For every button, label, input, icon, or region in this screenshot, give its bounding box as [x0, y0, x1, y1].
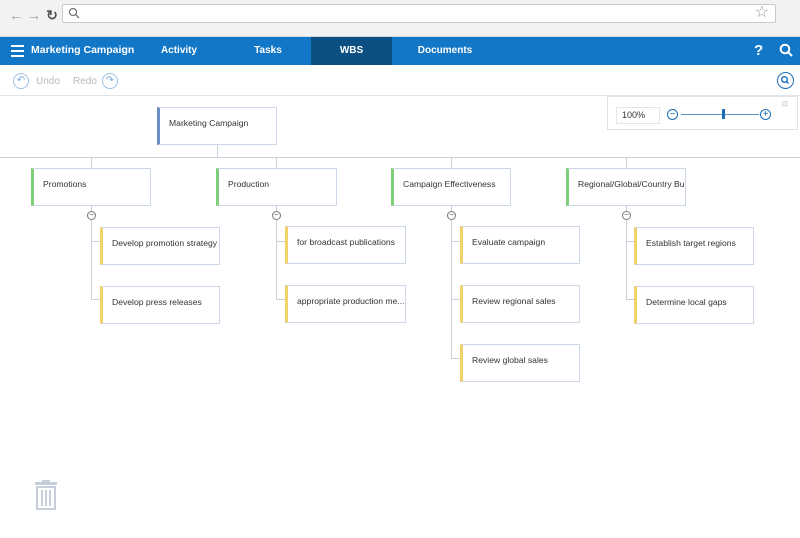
group-connector	[276, 157, 277, 168]
zoom-out-icon[interactable]: −	[667, 109, 678, 120]
zoom-slider-track[interactable]	[681, 114, 759, 115]
pin-icon[interactable]: ⊡	[782, 100, 788, 108]
wbs-task-node[interactable]: for broadcast publications	[285, 226, 406, 264]
back-icon[interactable]: ←	[7, 6, 25, 24]
child-connector	[276, 241, 285, 242]
chevron-left-icon[interactable]: ‹	[121, 42, 125, 56]
search-icon[interactable]	[779, 43, 793, 57]
star-icon[interactable]: ☆	[755, 4, 769, 22]
hamburger-menu-icon[interactable]	[11, 45, 24, 57]
collapse-icon[interactable]: −	[447, 211, 456, 220]
project-title[interactable]: Marketing Campaign	[31, 44, 134, 56]
reload-icon[interactable]: ↻	[43, 6, 61, 24]
browser-chrome: ← → ↻ ☆	[0, 0, 800, 37]
wbs-group-node[interactable]: Production	[216, 168, 337, 206]
app-header: Marketing Campaign ‹ Activity Tasks WBS …	[0, 37, 800, 65]
address-bar[interactable]: ☆	[62, 4, 776, 23]
undo-button[interactable]: Undo	[36, 76, 60, 87]
zoom-search-icon[interactable]	[777, 72, 794, 89]
collapse-icon[interactable]: −	[622, 211, 631, 220]
zoom-input[interactable]: 100%	[616, 107, 660, 124]
wbs-group-node[interactable]: Regional/Global/Country Bu...	[566, 168, 686, 206]
child-connector	[451, 358, 460, 359]
children-connector	[626, 220, 627, 299]
wbs-group-node[interactable]: Campaign Effectiveness	[391, 168, 511, 206]
zoom-control: 100% − + ⊡	[607, 96, 798, 130]
collapse-icon[interactable]: −	[87, 211, 96, 220]
child-connector	[91, 241, 100, 242]
tab-documents[interactable]: Documents	[400, 37, 490, 65]
zoom-in-icon[interactable]: +	[760, 109, 771, 120]
redo-icon[interactable]: ↷	[102, 73, 118, 89]
group-connector	[626, 157, 627, 168]
child-connector	[276, 299, 285, 300]
wbs-task-node[interactable]: Review global sales	[460, 344, 580, 382]
wbs-task-node[interactable]: appropriate production me...	[285, 285, 406, 323]
child-connector	[451, 299, 460, 300]
wbs-group-node[interactable]: Promotions	[31, 168, 151, 206]
wbs-canvas[interactable]: Marketing Campaign Promotions Production…	[0, 96, 800, 538]
toolbar: ↶ Undo Redo ↷	[0, 65, 800, 96]
collapse-icon[interactable]: −	[272, 211, 281, 220]
redo-button[interactable]: Redo	[73, 76, 97, 87]
children-connector	[91, 220, 92, 299]
children-connector	[276, 220, 277, 299]
tab-wbs[interactable]: WBS	[311, 37, 392, 65]
search-icon	[68, 7, 80, 19]
wbs-task-node[interactable]: Develop promotion strategy	[100, 227, 220, 265]
undo-icon[interactable]: ↶	[13, 73, 29, 89]
wbs-task-node[interactable]: Evaluate campaign	[460, 226, 580, 264]
tab-tasks[interactable]: Tasks	[225, 37, 311, 65]
zoom-slider-thumb[interactable]	[722, 109, 725, 119]
child-connector	[451, 241, 460, 242]
root-connector	[217, 144, 218, 157]
wbs-task-node[interactable]: Determine local gaps	[634, 286, 754, 324]
trash-icon[interactable]	[30, 479, 62, 511]
group-connector	[91, 157, 92, 168]
forward-icon[interactable]: →	[25, 6, 43, 24]
wbs-root-node[interactable]: Marketing Campaign	[157, 107, 277, 145]
wbs-task-node[interactable]: Review regional sales	[460, 285, 580, 323]
tab-activity[interactable]: Activity	[136, 37, 222, 65]
group-connector	[451, 157, 452, 168]
child-connector	[91, 299, 100, 300]
wbs-task-node[interactable]: Develop press releases	[100, 286, 220, 324]
level-connector	[0, 157, 800, 158]
help-icon[interactable]: ?	[754, 42, 763, 59]
wbs-task-node[interactable]: Establish target regions	[634, 227, 754, 265]
